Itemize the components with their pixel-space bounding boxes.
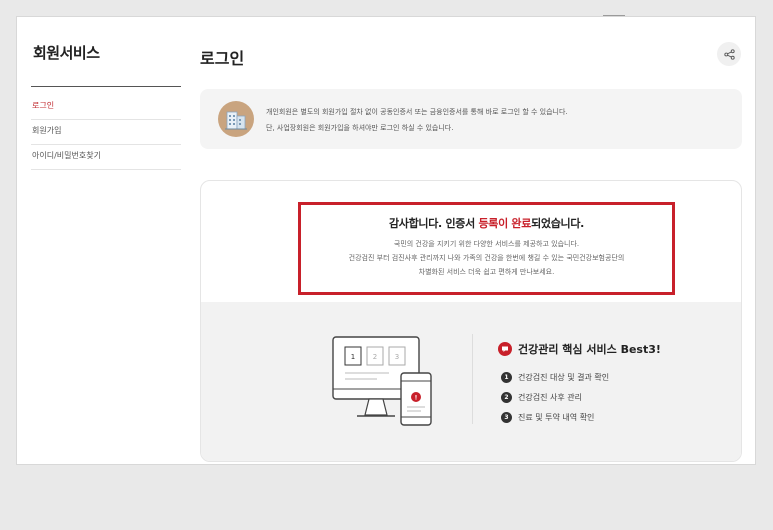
best-service-item-3[interactable]: 3 진료 및 투약 내역 확인 bbox=[501, 407, 609, 427]
speech-bubble-icon bbox=[498, 342, 512, 356]
best-service-label-1: 건강검진 대상 및 결과 확인 bbox=[518, 372, 610, 382]
card-bottom-panel bbox=[201, 302, 741, 461]
completion-suffix: 되었습니다. bbox=[531, 217, 585, 230]
completion-accent: 등록이 완료 bbox=[478, 217, 532, 230]
completion-desc-2: 건강검진 부터 검진사후 관리까지 나와 가족의 건강을 한번에 챙길 수 있는… bbox=[348, 254, 625, 262]
best-service-label-2: 건강검진 사후 관리 bbox=[518, 392, 582, 402]
sidebar-divider bbox=[31, 86, 181, 87]
sidebar-title: 회원서비스 bbox=[33, 44, 100, 62]
notice-box: 개인회원은 별도의 회원가입 절차 없이 공동인증서 또는 금융인증서를 통해 … bbox=[200, 89, 742, 149]
notice-text-2: 단, 사업장회원은 회원가입을 하셔야만 로그인 하실 수 있습니다. bbox=[266, 124, 454, 132]
sidebar-menu: 로그인 회원가입 아이디/비밀번호찾기 bbox=[31, 95, 181, 170]
best-services-list: 1 건강검진 대상 및 결과 확인 2 건강검진 사후 관리 3 진료 및 투약… bbox=[501, 367, 609, 427]
building-icon bbox=[225, 111, 247, 130]
completion-message: 감사합니다. 인증서 등록이 완료되었습니다. bbox=[301, 215, 672, 231]
item-number-3: 3 bbox=[501, 411, 512, 423]
item-number-1: 1 bbox=[501, 371, 512, 383]
completion-highlight-box: 감사합니다. 인증서 등록이 완료되었습니다. 국민의 건강을 지키기 위한 다… bbox=[298, 202, 675, 295]
item-number-2: 2 bbox=[501, 391, 512, 403]
best-service-label-3: 진료 및 투약 내역 확인 bbox=[518, 412, 595, 422]
content-frame: 회원서비스 로그인 회원가입 아이디/비밀번호찾기 로그인 개인회원은 별도의 … bbox=[16, 16, 756, 465]
completion-desc-1: 국민의 건강을 지키기 위한 다양한 서비스를 제공하고 있습니다. bbox=[393, 240, 580, 248]
monitor-phone-illustration: 1 2 3 ! bbox=[332, 336, 432, 426]
sidebar-item-signup[interactable]: 회원가입 bbox=[31, 120, 181, 145]
best-service-item-1[interactable]: 1 건강검진 대상 및 결과 확인 bbox=[501, 367, 609, 387]
best-services-title-text: 건강관리 핵심 서비스 Best3! bbox=[518, 343, 661, 356]
screen-box-3: 3 bbox=[395, 353, 399, 361]
share-button[interactable] bbox=[717, 42, 741, 66]
sidebar-item-find-id-password[interactable]: 아이디/비밀번호찾기 bbox=[31, 145, 181, 170]
notice-text-1: 개인회원은 별도의 회원가입 절차 없이 공동인증서 또는 금융인증서를 통해 … bbox=[266, 108, 568, 116]
screen-box-1: 1 bbox=[351, 353, 355, 361]
result-card: 감사합니다. 인증서 등록이 완료되었습니다. 국민의 건강을 지키기 위한 다… bbox=[200, 180, 742, 462]
screen-box-2: 2 bbox=[373, 353, 377, 361]
best-services-title: 건강관리 핵심 서비스 Best3! bbox=[498, 341, 661, 357]
completion-desc-3: 차별화된 서비스 더욱 쉽고 편하게 만나보세요. bbox=[418, 268, 555, 276]
share-icon bbox=[723, 48, 735, 60]
svg-text:!: ! bbox=[415, 395, 418, 402]
completion-prefix: 감사합니다. 인증서 bbox=[388, 217, 479, 230]
sidebar-item-login[interactable]: 로그인 bbox=[31, 95, 181, 120]
best-service-item-2[interactable]: 2 건강검진 사후 관리 bbox=[501, 387, 609, 407]
notice-icon-circle bbox=[218, 101, 254, 137]
vertical-divider bbox=[472, 334, 473, 424]
page-title: 로그인 bbox=[200, 49, 245, 68]
